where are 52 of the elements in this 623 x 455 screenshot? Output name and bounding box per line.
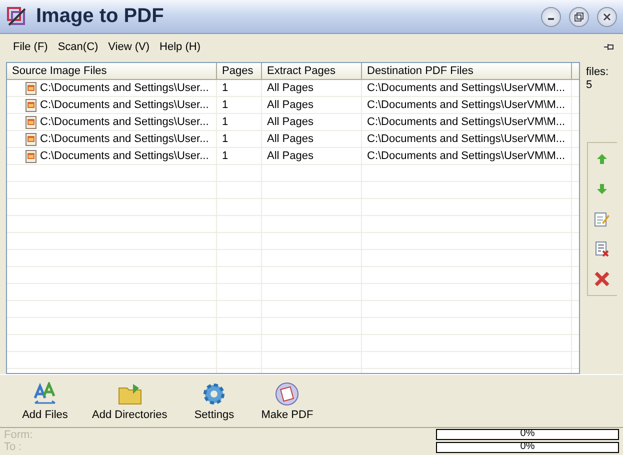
cell-text: All Pages [267, 132, 314, 146]
cell-text: C:\Documents and Settings\UserVM\M... [367, 132, 566, 146]
pdf-disc-icon [274, 382, 300, 406]
window-title: Image to PDF [36, 5, 165, 28]
clear-button[interactable] [592, 269, 612, 289]
toolbar-button[interactable]: Make PDF [249, 382, 326, 420]
cell-text: C:\Documents and Settings\UserVM\M... [367, 114, 566, 130]
files-label: files: [585, 66, 609, 79]
cell-text: 1 [222, 132, 228, 146]
cell-text: C:\Documents and Settings\User... [40, 80, 209, 96]
cell-text: C:\Documents and Settings\UserVM\M... [367, 148, 566, 164]
cell-text: C:\Documents and Settings\UserVM\M... [367, 80, 566, 96]
cell-text: 1 [222, 98, 228, 112]
cell-text: 1 [222, 114, 228, 130]
restore-icon [574, 12, 584, 22]
cell-text: C:\Documents and Settings\UserVM\M... [367, 98, 566, 112]
menu-item[interactable]: Scan(C) [52, 41, 104, 53]
cell-text: C:\Documents and Settings\User... [40, 98, 209, 112]
pin-icon[interactable] [603, 42, 615, 52]
close-icon [603, 12, 611, 20]
cell-text: All Pages [267, 98, 314, 112]
column-header[interactable]: Source Image Files [7, 63, 217, 80]
close-button[interactable] [597, 6, 617, 26]
folder-icon [116, 382, 143, 406]
arrow-up-icon [596, 153, 608, 165]
column-header[interactable]: Extract Pages [262, 63, 362, 80]
gear-icon [201, 382, 228, 406]
cell-text: C:\Documents and Settings\User... [40, 114, 209, 130]
column-header[interactable]: Destination PDF Files [362, 63, 572, 80]
edit-icon [594, 211, 610, 227]
document-delete-icon [594, 241, 610, 257]
cell-text: C:\Documents and Settings\User... [40, 132, 209, 146]
cell-text: 1 [222, 148, 228, 164]
menu-item[interactable]: Help (H) [154, 41, 206, 53]
app-icon [6, 6, 28, 28]
letters-icon [32, 382, 58, 406]
files-count: 5 [585, 79, 592, 92]
cell-text: C:\Documents and Settings\User... [40, 148, 209, 164]
cell-text: All Pages [267, 148, 314, 164]
cell-text: All Pages [267, 80, 314, 96]
menu-item[interactable]: File (F) [8, 41, 53, 53]
restore-button[interactable] [569, 6, 589, 26]
toolbar-button[interactable]: Add Files [10, 382, 80, 420]
cell-text: All Pages [267, 114, 314, 130]
arrow-down-icon [596, 183, 608, 195]
minimize-button[interactable] [541, 6, 561, 26]
toolbar-button[interactable]: Settings [179, 382, 250, 420]
toolbar-button[interactable]: Add Directories [80, 382, 180, 420]
menu-item[interactable]: View (V) [103, 41, 155, 53]
cell-text: 1 [222, 80, 228, 96]
close-icon [594, 271, 610, 287]
column-header[interactable]: Pages [217, 63, 262, 80]
